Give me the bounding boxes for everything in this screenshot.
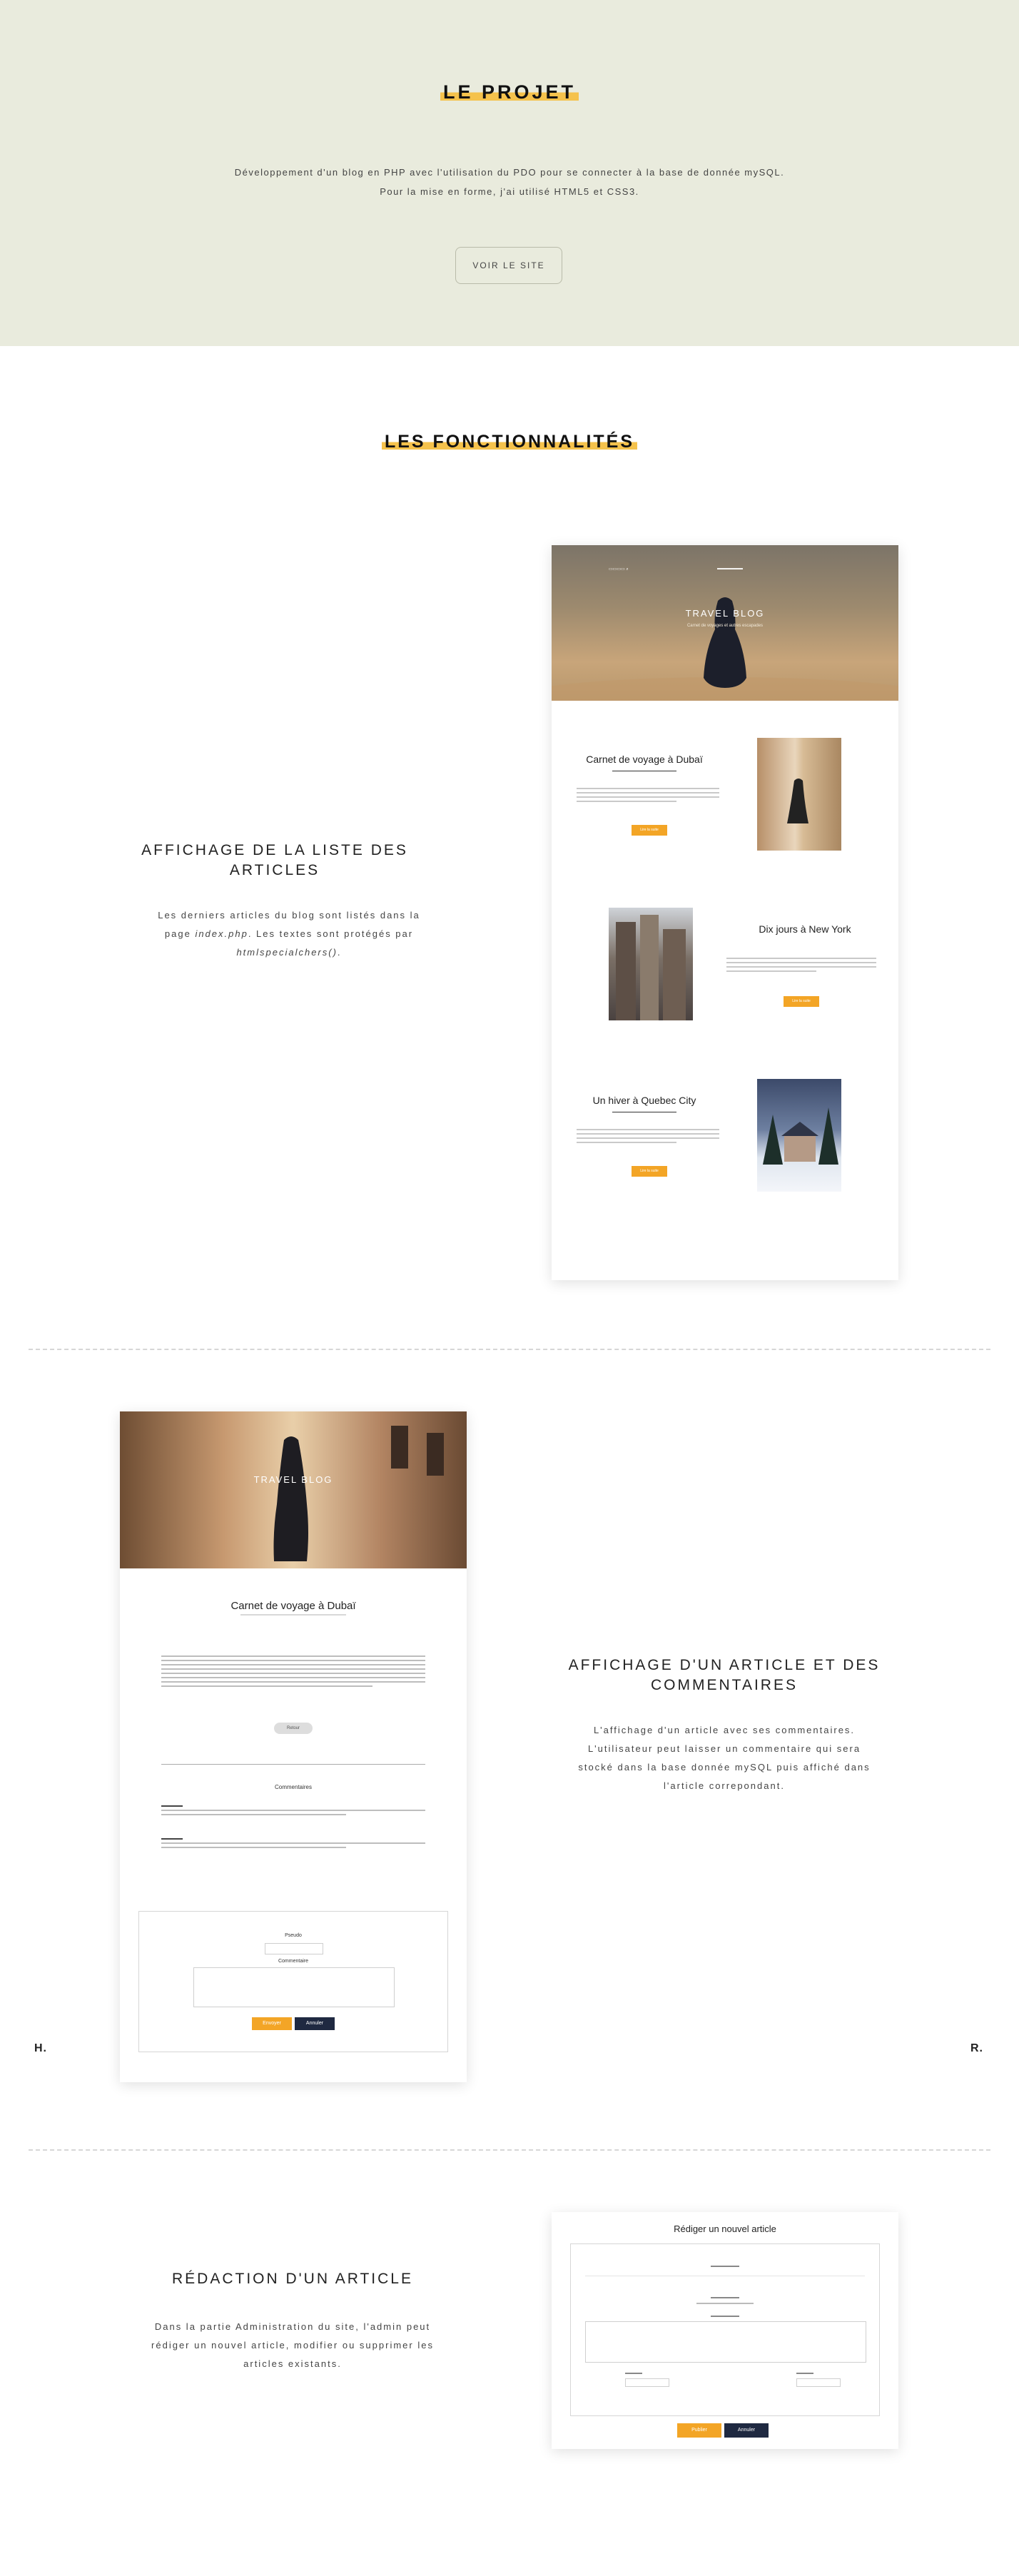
mock-article-3-title: Un hiver à Quebec City bbox=[592, 1095, 696, 1106]
section-divider bbox=[29, 1349, 990, 1350]
new-york-thumbnail bbox=[609, 908, 693, 1020]
form-field-label bbox=[796, 2373, 813, 2377]
section-divider bbox=[29, 2149, 990, 2151]
article-page-screenshot: TRAVEL BLOG Carnet de voyage à Dubaï Ret… bbox=[120, 1411, 467, 2082]
feature-3-description: Dans la partie Administration du site, l… bbox=[151, 2321, 434, 2369]
comments-heading: Commentaires bbox=[274, 1784, 312, 1790]
mock-nav-links: ▬▬▬▬▬▬ bbox=[717, 567, 743, 571]
feature-1-desc-part: . bbox=[337, 947, 342, 958]
cancel-comment-button: Annuler bbox=[295, 2017, 335, 2030]
article-title: Carnet de voyage à Dubaï bbox=[230, 1600, 356, 1612]
mock-article-2-button: Lire la suite bbox=[784, 996, 819, 1007]
right-mark: R. bbox=[970, 2042, 983, 2054]
author-input bbox=[796, 2378, 841, 2387]
comment-2 bbox=[161, 1838, 425, 1851]
cancel-redaction-button: Annuler bbox=[724, 2423, 769, 2438]
comment-label: Commentaire bbox=[278, 1959, 308, 1964]
feature-1-description: Les derniers articles du blog sont listé… bbox=[146, 906, 432, 962]
mock-article-1-excerpt bbox=[577, 788, 719, 805]
features-title: LES FONCTIONNALITÉS bbox=[0, 432, 1019, 452]
mock-article-3-excerpt bbox=[577, 1129, 719, 1146]
quebec-winter-thumbnail bbox=[757, 1079, 841, 1192]
blog-list-screenshot: ▭▭▭▭ ⌕ ▬▬▬▬▬▬ TRAVEL BLOG Carnet de voya… bbox=[552, 545, 898, 1280]
feature-2-title: AFFICHAGE D'UN ARTICLE ET DES COMMENTAIR… bbox=[568, 1657, 881, 1693]
send-comment-button: Envoyer bbox=[252, 2017, 292, 2030]
project-desc-line1: Développement d'un blog en PHP avec l'ut… bbox=[234, 167, 785, 178]
feature-1-code-index: index.php bbox=[195, 928, 248, 939]
project-section: LE PROJET Développement d'un blog en PHP… bbox=[0, 0, 1019, 346]
article-meta bbox=[161, 1614, 425, 1616]
mock-hero-title: TRAVEL BLOG bbox=[685, 608, 765, 619]
mock-article-2-title: Dix jours à New York bbox=[759, 923, 851, 935]
article-hero-banner: TRAVEL BLOG bbox=[120, 1411, 467, 1568]
mock-hero-subtitle: Carnet de voyages et autres escapades bbox=[686, 624, 764, 628]
back-button: Retour bbox=[274, 1723, 313, 1734]
comment-textarea bbox=[193, 1967, 395, 2007]
redaction-screenshot: Rédiger un nouvel article Publier Annule… bbox=[552, 2212, 898, 2449]
publish-button: Publier bbox=[677, 2423, 721, 2438]
pseudo-input bbox=[265, 1943, 323, 1954]
date-input bbox=[625, 2378, 669, 2387]
features-title-text: LES FONCTIONNALITÉS bbox=[381, 432, 638, 452]
pseudo-label: Pseudo bbox=[285, 1933, 302, 1938]
feature-2-description: L'affichage d'un article avec ses commen… bbox=[578, 1725, 871, 1791]
alley-figure-image bbox=[273, 1426, 444, 1561]
mock-article-2-excerpt bbox=[726, 958, 876, 975]
mock-article-1-title: Carnet de voyage à Dubaï bbox=[586, 754, 703, 765]
article-body bbox=[161, 1655, 425, 1690]
mock-nav-search: ▭▭▭▭ ⌕ bbox=[609, 567, 629, 572]
mock-article-1-button: Lire la suite bbox=[632, 825, 667, 836]
comment-form: Pseudo Commentaire Envoyer Annuler bbox=[138, 1911, 448, 2052]
feature-1-desc-part: . Les textes sont protégés par bbox=[248, 928, 414, 939]
voir-le-site-button[interactable]: VOIR LE SITE bbox=[455, 247, 562, 284]
form-field-label bbox=[625, 2373, 642, 2377]
project-title-text: LE PROJET bbox=[440, 81, 579, 103]
project-title: LE PROJET bbox=[0, 81, 1019, 103]
comment-1 bbox=[161, 1805, 425, 1818]
feature-1-code-htmlspecialchars: htmlspecialchers() bbox=[236, 947, 338, 958]
feature-3-title: RÉDACTION D'UN ARTICLE bbox=[172, 2271, 413, 2287]
redaction-title: Rédiger un nouvel article bbox=[674, 2223, 776, 2234]
feature-1-title: AFFICHAGE DE LA LISTE DES ARTICLES bbox=[141, 842, 408, 878]
redaction-form bbox=[570, 2243, 880, 2416]
form-field-label bbox=[711, 2266, 739, 2270]
project-description: Développement d'un blog en PHP avec l'ut… bbox=[0, 163, 1019, 201]
form-field-label bbox=[711, 2316, 739, 2320]
left-mark: H. bbox=[34, 2042, 47, 2054]
dubai-alley-thumbnail bbox=[757, 738, 841, 851]
project-desc-line2: Pour la mise en forme, j'ai utilisé HTML… bbox=[380, 186, 639, 197]
divider bbox=[161, 1764, 425, 1765]
content-textarea bbox=[585, 2321, 866, 2363]
mock-article-3-button: Lire la suite bbox=[632, 1166, 667, 1177]
form-field-label bbox=[711, 2297, 739, 2301]
blog-hero-banner: ▭▭▭▭ ⌕ ▬▬▬▬▬▬ TRAVEL BLOG Carnet de voya… bbox=[552, 545, 898, 701]
title-input-value bbox=[696, 2303, 754, 2307]
article-hero-title: TRAVEL BLOG bbox=[253, 1474, 333, 1485]
